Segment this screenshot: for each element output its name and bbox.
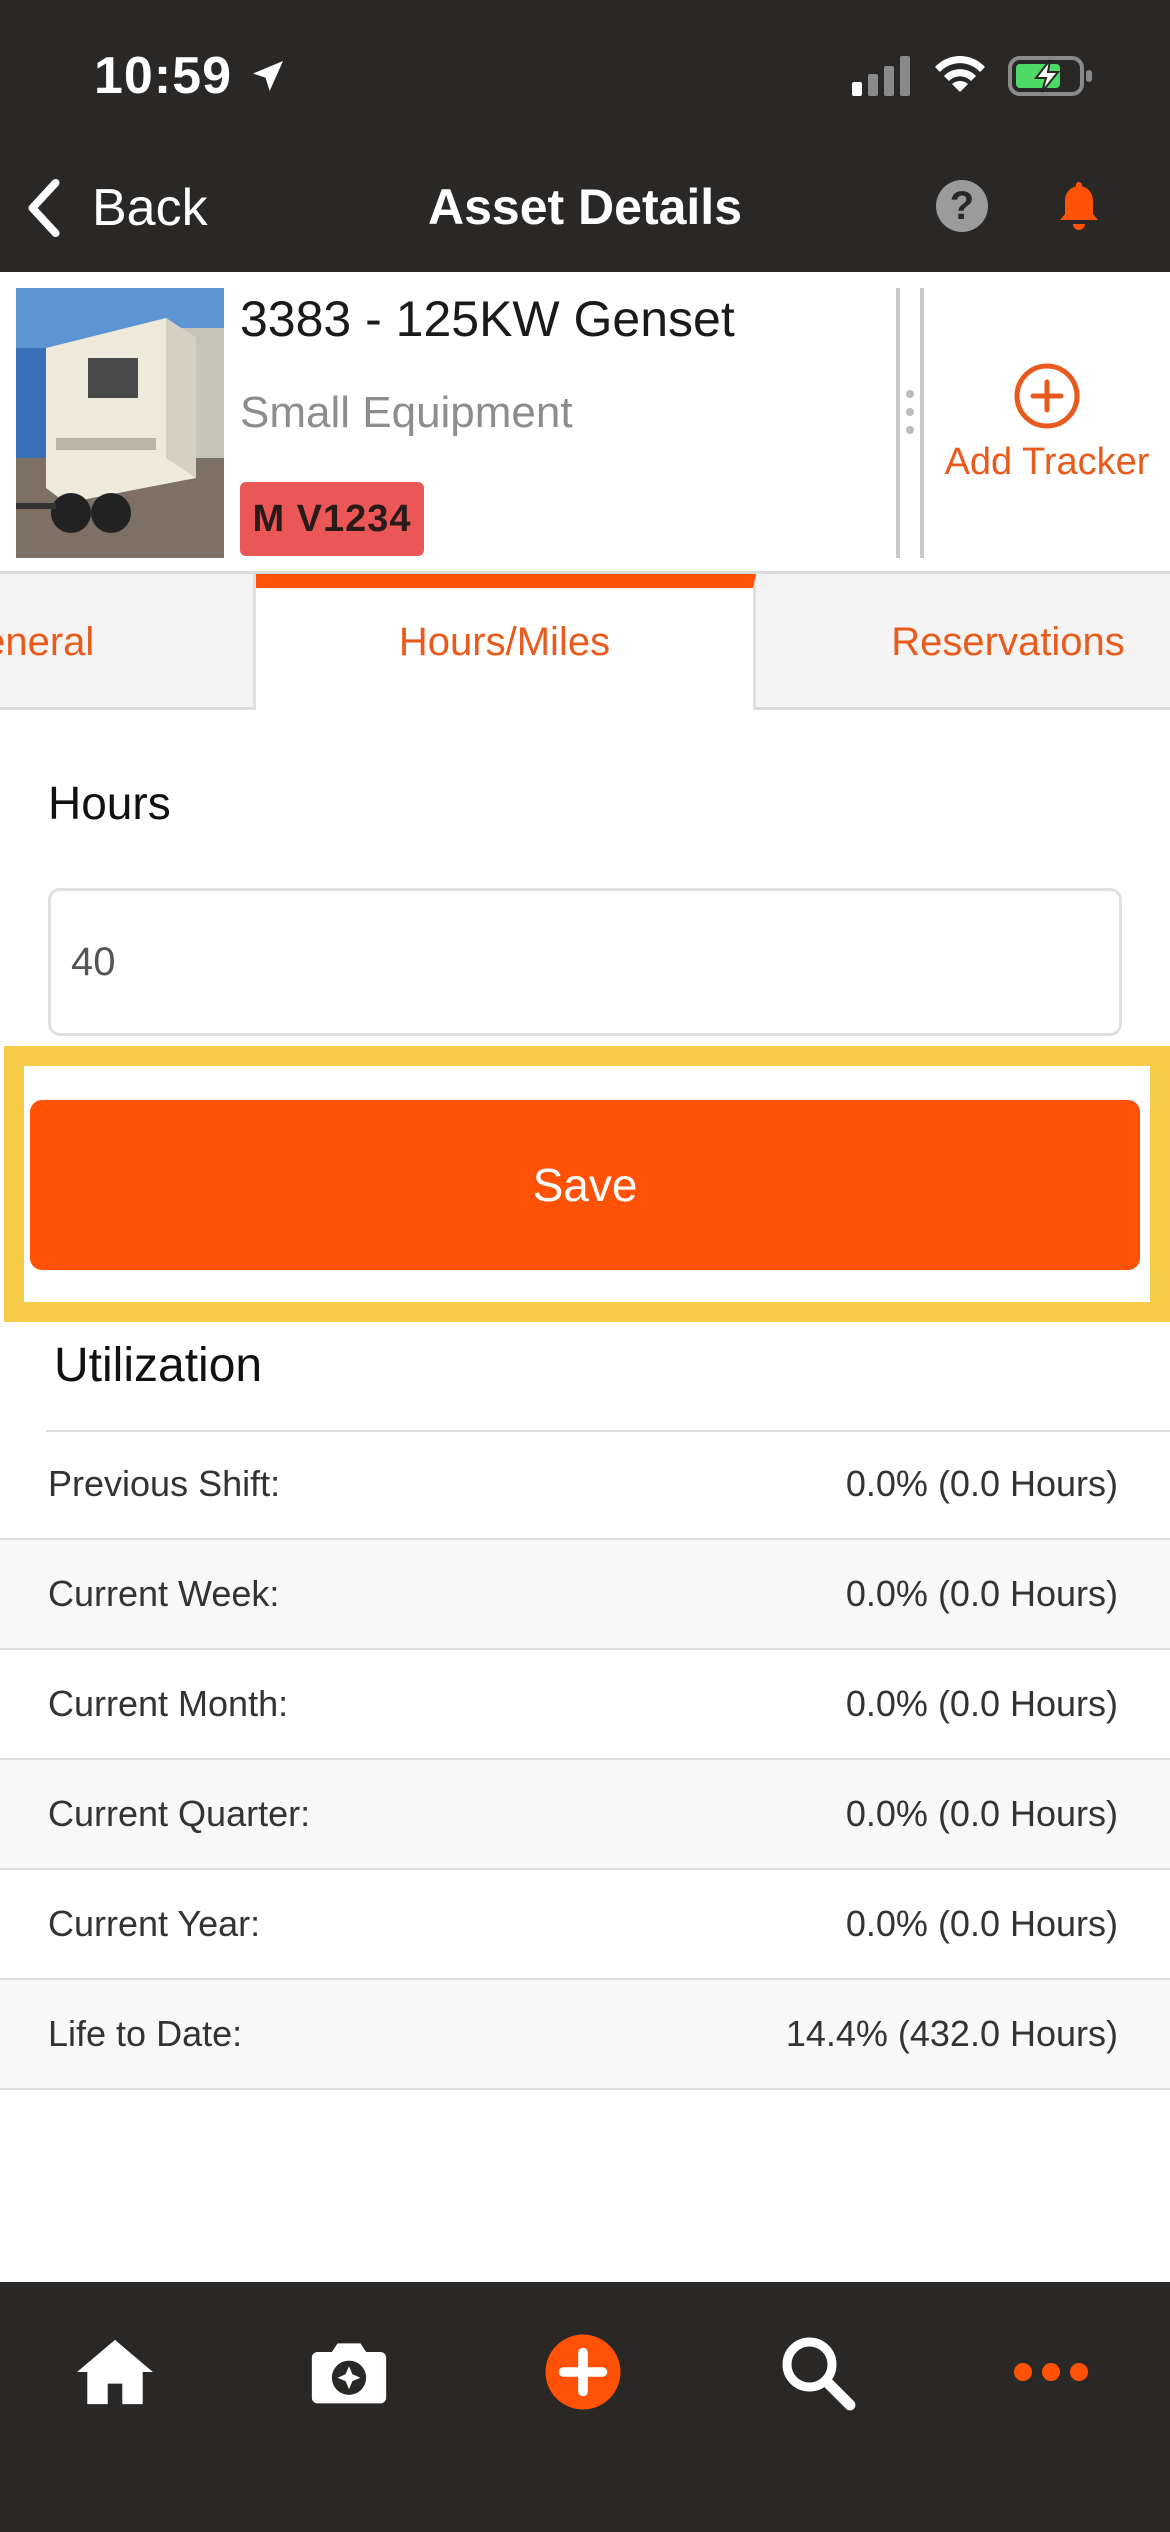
tab-label: Hours/Miles (398, 619, 611, 664)
more-tab[interactable] (996, 2322, 1106, 2422)
camera-tab[interactable] (294, 2322, 404, 2422)
generator-image (16, 288, 224, 558)
row-label: Current Quarter: (48, 1793, 311, 1834)
row-label: Current Week: (48, 1573, 280, 1614)
row-label: Current Year: (48, 1903, 261, 1944)
row-label: Life to Date: (48, 2013, 243, 2054)
utilization-row-previous-shift: Previous Shift: 0.0% (0.0 Hours) (0, 1430, 1170, 1540)
tab-hours-miles[interactable]: Hours/Miles (256, 574, 756, 710)
asset-category: Small Equipment (240, 388, 573, 437)
utilization-title: Utilization (54, 1339, 263, 1392)
cellular-signal-icon (852, 56, 910, 96)
drag-handle-icon (906, 390, 916, 450)
tab-bar: General Hours/Miles Reservations (0, 574, 1170, 710)
add-tracker-button[interactable]: Add Tracker (924, 362, 1170, 484)
asset-name: 3383 - 125KW Genset (240, 291, 735, 347)
status-time: 10:59 (94, 47, 232, 105)
add-icon (545, 2334, 621, 2410)
utilization-row-life-to-date: Life to Date: 14.4% (432.0 Hours) (0, 1980, 1170, 2090)
home-icon (77, 2339, 153, 2405)
home-tab[interactable] (60, 2322, 170, 2422)
chevron-left-icon (28, 178, 60, 238)
tab-label: Reservations (891, 619, 1125, 664)
utilization-row-current-year: Current Year: 0.0% (0.0 Hours) (0, 1870, 1170, 1980)
row-value: 0.0% (0.0 Hours) (845, 1573, 1118, 1614)
camera-icon (311, 2343, 387, 2404)
row-value: 14.4% (432.0 Hours) (785, 2013, 1118, 2054)
help-icon[interactable]: ? (936, 180, 988, 232)
bottom-tab-bar (0, 2282, 1170, 2532)
search-tab[interactable] (762, 2322, 872, 2422)
back-button[interactable]: Back (24, 172, 208, 244)
save-button[interactable]: Save (30, 1100, 1140, 1270)
utilization-list: Previous Shift: 0.0% (0.0 Hours) Current… (0, 1430, 1170, 2090)
wifi-icon (935, 56, 985, 92)
asset-header: 3383 - 125KW Genset Small Equipment M V1… (0, 272, 1170, 574)
search-icon (782, 2337, 856, 2411)
row-value: 0.0% (0.0 Hours) (845, 1683, 1118, 1724)
add-circle-icon (1014, 363, 1080, 429)
row-value: 0.0% (0.0 Hours) (845, 1793, 1118, 1834)
top-bar: 10:59 Back Asset Details ? (0, 0, 1170, 272)
utilization-row-current-week: Current Week: 0.0% (0.0 Hours) (0, 1540, 1170, 1650)
utilization-row-current-quarter: Current Quarter: 0.0% (0.0 Hours) (0, 1760, 1170, 1870)
utilization-row-current-month: Current Month: 0.0% (0.0 Hours) (0, 1650, 1170, 1760)
tab-label: General (0, 619, 95, 664)
battery-charging-icon (1008, 56, 1092, 96)
add-tracker-label: Add Tracker (944, 441, 1150, 483)
hours-input[interactable] (48, 888, 1122, 1036)
row-label: Current Month: (48, 1683, 289, 1724)
asset-photo[interactable] (16, 288, 224, 558)
asset-status-badge: M V1234 (240, 482, 424, 556)
divider (46, 1430, 1170, 1432)
divider (896, 288, 900, 558)
tab-reservations[interactable]: Reservations (756, 574, 1170, 710)
back-label: Back (92, 179, 208, 237)
row-value: 0.0% (0.0 Hours) (845, 1903, 1118, 1944)
hours-label: Hours (48, 777, 171, 829)
bell-icon[interactable] (1054, 178, 1104, 234)
add-tab[interactable] (528, 2322, 638, 2422)
row-label: Previous Shift: (48, 1463, 281, 1504)
location-arrow-icon (253, 61, 283, 91)
tab-general[interactable]: General (0, 574, 256, 710)
row-value: 0.0% (0.0 Hours) (845, 1463, 1118, 1504)
more-icon (1014, 2363, 1088, 2381)
